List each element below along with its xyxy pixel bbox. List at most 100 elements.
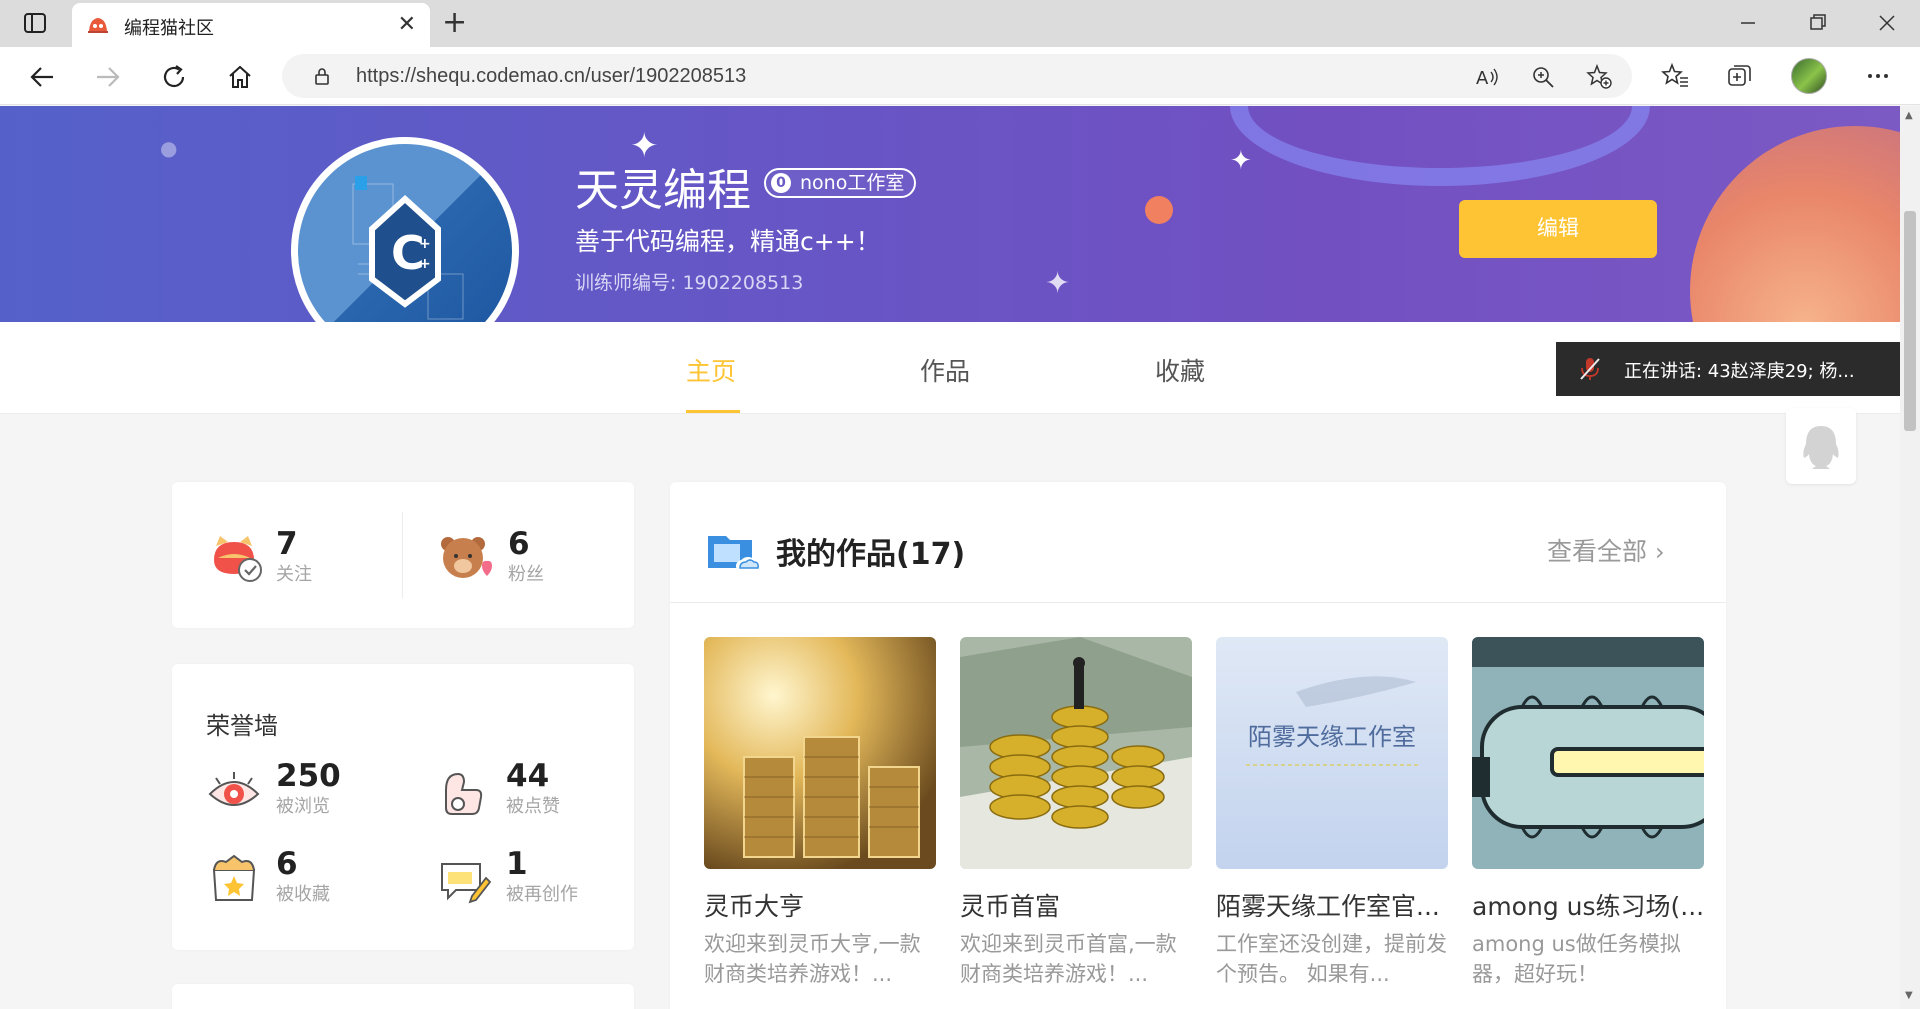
likes-label: 被点赞 [506, 796, 560, 817]
among-us-ship-image [1472, 637, 1704, 869]
following-count[interactable]: 7 [276, 526, 298, 562]
back-icon[interactable] [27, 62, 57, 92]
zoom-icon[interactable] [1530, 64, 1556, 90]
likes-count: 44 [506, 758, 550, 794]
tab-home[interactable]: 主页 [686, 352, 736, 388]
divider [402, 512, 403, 598]
thumbs-up-icon [445, 772, 483, 815]
user-bio: 善于代码编程，精通c++！ [575, 227, 881, 256]
restore-icon[interactable] [1802, 10, 1832, 36]
minimize-icon[interactable] [1733, 10, 1763, 36]
scroll-thumb[interactable] [1904, 211, 1916, 431]
close-window-icon[interactable] [1872, 10, 1902, 36]
work-title[interactable]: among us练习场(... [1472, 887, 1704, 923]
muted-mic-icon [1580, 358, 1600, 380]
work-description: 欢迎来到灵币首富,一款财商类培养游戏！... [960, 932, 1177, 986]
work-thumbnail[interactable]: 陌雾天缘工作室 [1216, 637, 1448, 869]
sparkle-icon: ● [160, 136, 178, 160]
follow-cat-icon[interactable] [208, 530, 264, 586]
tab-actions-icon[interactable] [23, 11, 47, 35]
fans-count[interactable]: 6 [508, 526, 530, 562]
scroll-up-icon[interactable]: ▲ [1905, 110, 1913, 121]
my-works-card: 我的作品(17) 查看全部 › 灵币大亨 欢迎来到灵币大亨,一款财商类培养游戏！… [670, 482, 1726, 1009]
work-title[interactable]: 陌雾天缘工作室官... [1216, 887, 1448, 923]
star-box-icon [212, 854, 256, 901]
add-favorite-icon[interactable] [1586, 64, 1612, 90]
coins-on-money-image [960, 637, 1192, 869]
svg-text:+: + [419, 256, 431, 272]
page-scrollbar[interactable]: ▲ ▼ [1900, 106, 1920, 1009]
follow-stats-card: 7 关注 6 粉丝 [172, 482, 634, 628]
forward-icon[interactable] [93, 62, 123, 92]
close-tab-icon[interactable]: ✕ [398, 12, 416, 37]
browser-tab-active[interactable]: 编程猫社区 ✕ [72, 3, 430, 47]
sparkle-icon: ✦ [1230, 146, 1252, 176]
address-bar[interactable]: https://shequ.codemao.cn/user/1902208513… [282, 54, 1632, 98]
chevron-right-icon: › [1654, 538, 1665, 566]
home-icon[interactable] [225, 62, 255, 92]
speaking-indicator: 正在讲话: 43赵泽庚29; 杨... [1556, 342, 1920, 396]
codemao-favicon-icon [88, 18, 108, 33]
work-thumbnail[interactable] [960, 637, 1192, 869]
studio-level: 0 [771, 173, 791, 193]
work-title[interactable]: 灵币首富 [960, 887, 1192, 923]
work-title[interactable]: 灵币大亨 [704, 887, 936, 923]
view-all-label: 查看全部 [1547, 537, 1648, 566]
new-tab-icon[interactable]: + [442, 5, 467, 40]
collected-count: 6 [276, 846, 298, 882]
qq-icon [1803, 426, 1839, 469]
tab-title: 编程猫社区 [124, 18, 214, 39]
recreated-label: 被再创作 [506, 884, 578, 905]
refresh-icon[interactable] [159, 62, 189, 92]
work-item[interactable]: 灵币首富 欢迎来到灵币首富,一款财商类培养游戏！... [960, 637, 1192, 989]
fans-label: 粉丝 [508, 564, 544, 585]
fans-bear-icon[interactable] [438, 528, 496, 586]
more-menu-icon[interactable] [1863, 61, 1893, 91]
work-thumbnail[interactable] [1472, 637, 1704, 869]
collections-icon[interactable] [1725, 61, 1755, 91]
honor-wall-card: 荣誉墙 250 被浏览 44 被点赞 6 被收藏 1 被再创作 [172, 664, 634, 950]
work-item[interactable]: 陌雾天缘工作室 陌雾天缘工作室官... 工作室还没创建，提前发个预告。 如果有.… [1216, 637, 1448, 989]
studio-banner-image: 陌雾天缘工作室 [1216, 637, 1448, 869]
edit-profile-button[interactable]: 编辑 [1459, 200, 1657, 258]
scroll-down-icon[interactable]: ▼ [1905, 990, 1913, 1001]
views-label: 被浏览 [276, 796, 330, 817]
trainer-id: 训练师编号: 1902208513 [575, 272, 804, 294]
banner-planet-decoration [1690, 126, 1900, 322]
sidebar-card [172, 984, 634, 1009]
honor-wall-title: 荣誉墙 [206, 712, 278, 740]
work-item[interactable]: among us练习场(... among us做任务模拟器，超好玩！ [1472, 637, 1704, 989]
lock-icon[interactable] [312, 66, 332, 86]
eye-icon [208, 772, 260, 806]
works-title: 我的作品(17) [776, 537, 966, 572]
work-description: among us做任务模拟器，超好玩！ [1472, 932, 1681, 986]
banner-orb-decoration [1145, 196, 1173, 224]
work-thumbnail[interactable] [704, 637, 936, 869]
view-all-link[interactable]: 查看全部 › [1547, 532, 1665, 568]
svg-text:A: A [1476, 68, 1489, 89]
collected-label: 被收藏 [276, 884, 330, 905]
svg-text:+: + [419, 236, 431, 252]
username: 天灵编程 [575, 165, 751, 216]
views-count: 250 [276, 758, 341, 794]
url-text[interactable]: https://shequ.codemao.cn/user/1902208513 [356, 65, 746, 88]
tab-works[interactable]: 作品 [920, 352, 970, 388]
work-description: 工作室还没创建，提前发个预告。 如果有... [1216, 932, 1447, 986]
read-aloud-icon[interactable]: A [1474, 64, 1500, 90]
works-folder-icon [708, 536, 759, 575]
recreate-icon [441, 863, 492, 904]
speaking-text: 正在讲话: 43赵泽庚29; 杨... [1624, 361, 1855, 382]
gold-coins-image [704, 637, 936, 869]
sparkle-icon: ✦ [1045, 266, 1071, 301]
banner-ring-decoration [1230, 106, 1650, 186]
studio-name: nono工作室 [800, 172, 905, 194]
work-item[interactable]: 灵币大亨 欢迎来到灵币大亨,一款财商类培养游戏！... [704, 637, 936, 989]
studio-badge[interactable]: 0 nono工作室 [764, 168, 917, 198]
qq-side-button[interactable] [1786, 408, 1856, 484]
following-label: 关注 [276, 564, 312, 585]
divider [670, 602, 1726, 603]
profile-avatar[interactable] [1791, 58, 1827, 94]
tab-collections[interactable]: 收藏 [1155, 352, 1205, 388]
recreated-count: 1 [506, 846, 528, 882]
favorites-icon[interactable] [1660, 61, 1690, 91]
